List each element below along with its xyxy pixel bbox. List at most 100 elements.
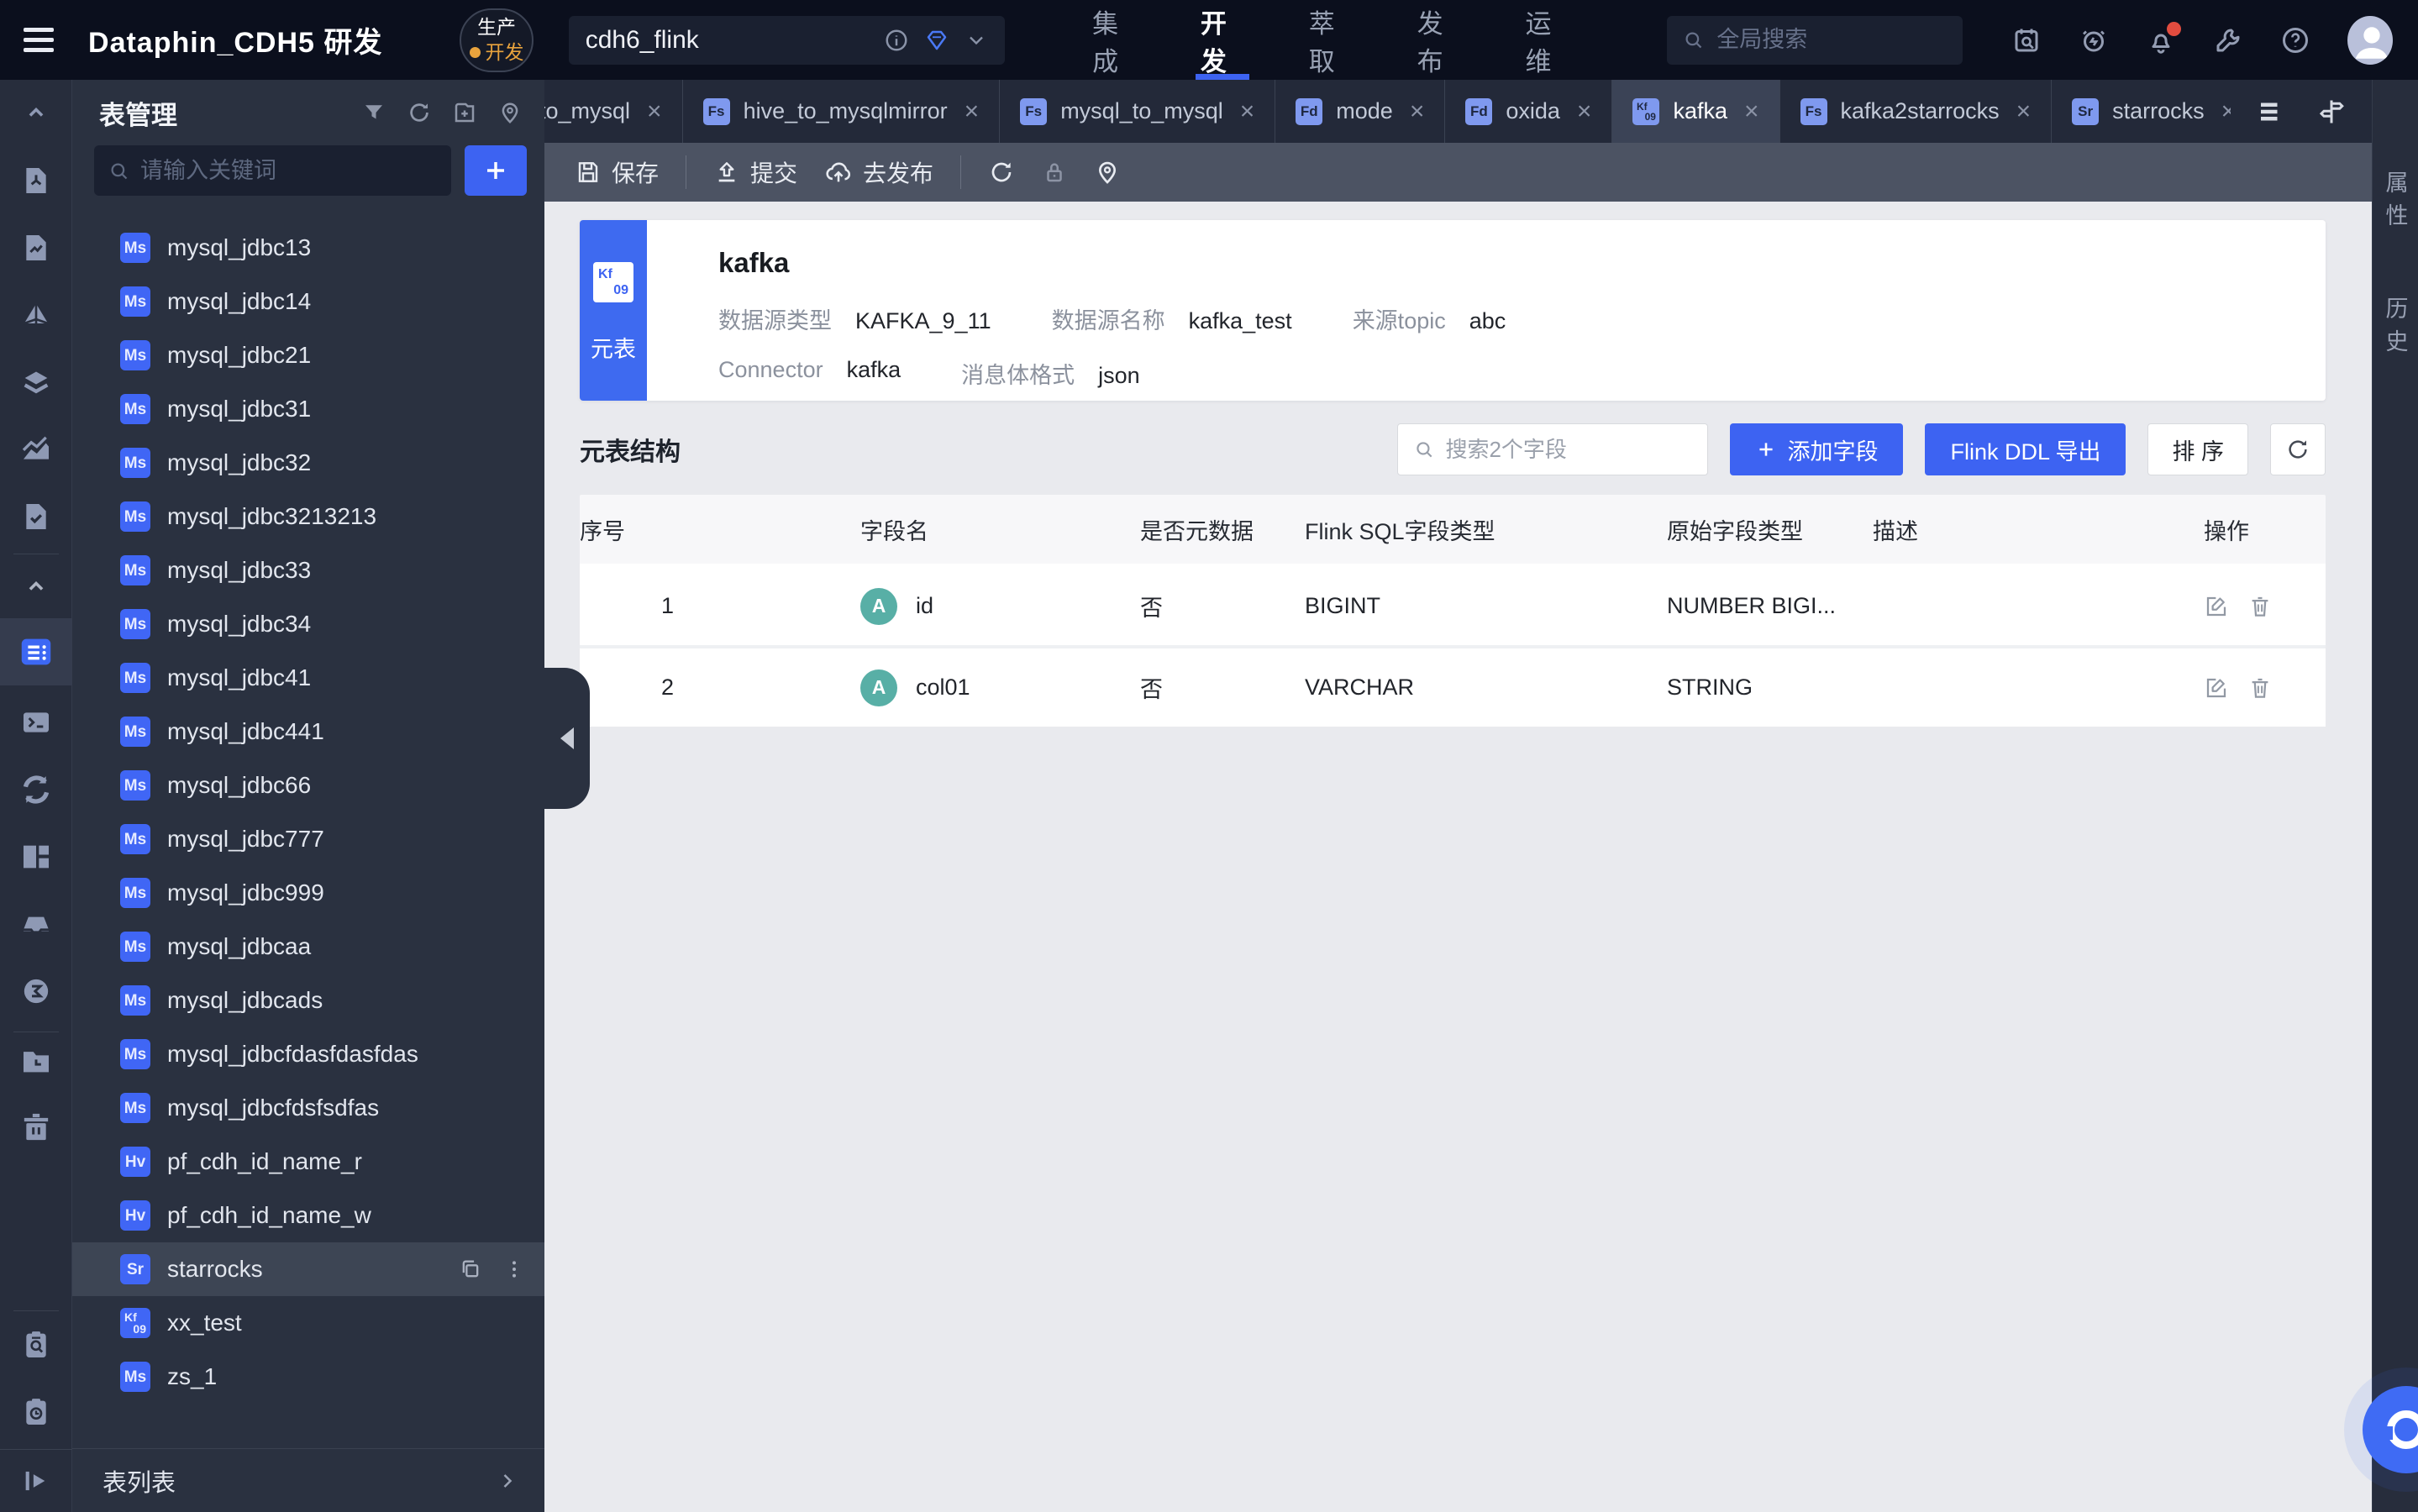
list-icon[interactable]: [2256, 97, 2286, 127]
field-search-input[interactable]: [1445, 436, 1693, 463]
refresh-icon[interactable]: [407, 100, 432, 125]
sidebar-search-input[interactable]: [140, 157, 438, 184]
close-icon[interactable]: ×: [2016, 97, 2032, 126]
editor-tab[interactable]: Fd oxida ×: [1445, 80, 1613, 143]
table-list-item[interactable]: Ms mysql_jdbc999: [72, 866, 544, 920]
project-selector[interactable]: cdh6_flink: [568, 15, 1006, 65]
hamburger-icon[interactable]: [24, 22, 55, 58]
table-list-item[interactable]: Ms mysql_jdbc441: [72, 705, 544, 759]
collapse-left-icon[interactable]: [544, 668, 590, 809]
submit-button[interactable]: 提交: [713, 155, 797, 189]
top-nav-item[interactable]: 集成: [1092, 0, 1137, 80]
close-icon[interactable]: ×: [647, 97, 662, 126]
table-list-item[interactable]: Kf 09 xx_test: [72, 1296, 544, 1350]
close-icon[interactable]: ×: [1240, 97, 1255, 126]
table-list-item[interactable]: Ms mysql_jdbc32: [72, 436, 544, 490]
kebab-icon[interactable]: [502, 1257, 526, 1281]
table-list-item[interactable]: Ms mysql_jdbc3213213: [72, 490, 544, 543]
refresh-icon[interactable]: [988, 159, 1015, 186]
table-list-item[interactable]: Ms mysql_jdbcfdsfsdfas: [72, 1081, 544, 1135]
close-icon[interactable]: ×: [1410, 97, 1425, 126]
close-icon[interactable]: ×: [1577, 97, 1592, 126]
add-table-button[interactable]: [465, 145, 527, 196]
wrench-icon[interactable]: [2213, 25, 2243, 55]
filter-icon[interactable]: [361, 100, 386, 125]
editor-tab[interactable]: Fs kafka2starrocks ×: [1780, 80, 2053, 143]
sidebar-search[interactable]: [94, 145, 451, 196]
rail-item-table-management[interactable]: [0, 618, 72, 685]
clipboard-search-icon[interactable]: [18, 1326, 55, 1363]
tray-icon[interactable]: [18, 906, 55, 942]
table-list-item[interactable]: Ms mysql_jdbc31: [72, 382, 544, 436]
table-list-item[interactable]: Hv pf_cdh_id_name_r: [72, 1135, 544, 1189]
mountain-chart-icon[interactable]: [18, 431, 55, 468]
sigma-icon[interactable]: [18, 973, 55, 1010]
gem-icon[interactable]: [924, 28, 949, 53]
table-list-item[interactable]: Ms mysql_jdbc13: [72, 221, 544, 275]
expand-panel-icon[interactable]: [0, 1449, 72, 1512]
table-list-item[interactable]: Sr starrocks: [72, 1242, 544, 1296]
table-list-item[interactable]: Ms mysql_jdbcaa: [72, 920, 544, 974]
table-list-item[interactable]: Ms mysql_jdbc777: [72, 812, 544, 866]
lock-icon[interactable]: [1042, 160, 1067, 185]
folder-clock-icon[interactable]: [18, 1042, 55, 1079]
global-search-input[interactable]: [1716, 27, 1948, 53]
add-folder-icon[interactable]: [452, 100, 477, 125]
table-list-item[interactable]: Ms zs_1: [72, 1350, 544, 1404]
alarm-icon[interactable]: [2079, 25, 2109, 55]
editor-tab[interactable]: to_mysql ×: [544, 80, 683, 143]
location-pin-icon[interactable]: [497, 100, 523, 125]
env-toggle[interactable]: 生产 开发: [460, 8, 534, 72]
refresh-icon[interactable]: [2270, 423, 2326, 475]
global-search[interactable]: [1667, 15, 1963, 65]
pyramid-icon[interactable]: [18, 297, 55, 333]
close-icon[interactable]: ×: [2221, 97, 2231, 126]
top-nav-item[interactable]: 运维: [1525, 0, 1569, 80]
doc-check-icon[interactable]: [18, 498, 55, 535]
editor-tab[interactable]: Sr starrocks ×: [2052, 80, 2231, 143]
close-icon[interactable]: ×: [965, 97, 980, 126]
right-panel-tab[interactable]: 属性: [2379, 171, 2412, 236]
terminal-icon[interactable]: [18, 704, 55, 741]
table-list-item[interactable]: Hv pf_cdh_id_name_w: [72, 1189, 544, 1242]
chevron-up-icon[interactable]: [18, 568, 55, 605]
table-list-item[interactable]: Ms mysql_jdbc21: [72, 328, 544, 382]
table-list-footer[interactable]: 表列表: [72, 1448, 544, 1512]
sort-button[interactable]: 排 序: [2147, 423, 2248, 475]
table-list-item[interactable]: Ms mysql_jdbc14: [72, 275, 544, 328]
delete-icon[interactable]: [2247, 594, 2273, 619]
doc-branch-icon[interactable]: [18, 162, 55, 199]
publish-button[interactable]: 去发布: [824, 155, 933, 189]
right-panel-tab[interactable]: 历史: [2379, 297, 2412, 362]
add-field-button[interactable]: 添加字段: [1730, 423, 1904, 475]
table-list-item[interactable]: Ms mysql_jdbc33: [72, 543, 544, 597]
help-icon[interactable]: [2280, 25, 2310, 55]
copy-icon[interactable]: [459, 1257, 482, 1281]
delete-icon[interactable]: [2247, 675, 2273, 701]
avatar[interactable]: [2347, 15, 2393, 65]
table-list-item[interactable]: Ms mysql_jdbcads: [72, 974, 544, 1027]
signpost-icon[interactable]: [2316, 97, 2347, 127]
trash-icon[interactable]: [18, 1110, 55, 1147]
editor-tab[interactable]: Kf 09 kafka ×: [1612, 80, 1780, 143]
layers-icon[interactable]: [18, 364, 55, 401]
top-nav-item[interactable]: 开发: [1201, 0, 1245, 80]
chevron-up-icon[interactable]: [18, 94, 55, 131]
editor-tab[interactable]: Fd mode ×: [1275, 80, 1446, 143]
close-icon[interactable]: ×: [1744, 97, 1759, 126]
editor-tab[interactable]: Fs hive_to_mysqlmirror ×: [683, 80, 1001, 143]
table-list-item[interactable]: Ms mysql_jdbc66: [72, 759, 544, 812]
layout-icon[interactable]: [18, 838, 55, 875]
calendar-search-icon[interactable]: [2011, 25, 2042, 55]
top-nav-item[interactable]: 发布: [1417, 0, 1462, 80]
editor-tab[interactable]: Fs mysql_to_mysql ×: [1000, 80, 1276, 143]
table-list-item[interactable]: Ms mysql_jdbcfdasfdasfdas: [72, 1027, 544, 1081]
field-search[interactable]: [1397, 423, 1709, 475]
table-list-item[interactable]: Ms mysql_jdbc34: [72, 597, 544, 651]
chevron-down-icon[interactable]: [965, 29, 988, 52]
clipboard-clock-icon[interactable]: [18, 1394, 55, 1431]
flink-ddl-export-button[interactable]: Flink DDL 导出: [1925, 423, 2126, 475]
top-nav-item[interactable]: 萃取: [1309, 0, 1354, 80]
bell-icon[interactable]: [2146, 21, 2182, 55]
edit-icon[interactable]: [2204, 594, 2229, 619]
